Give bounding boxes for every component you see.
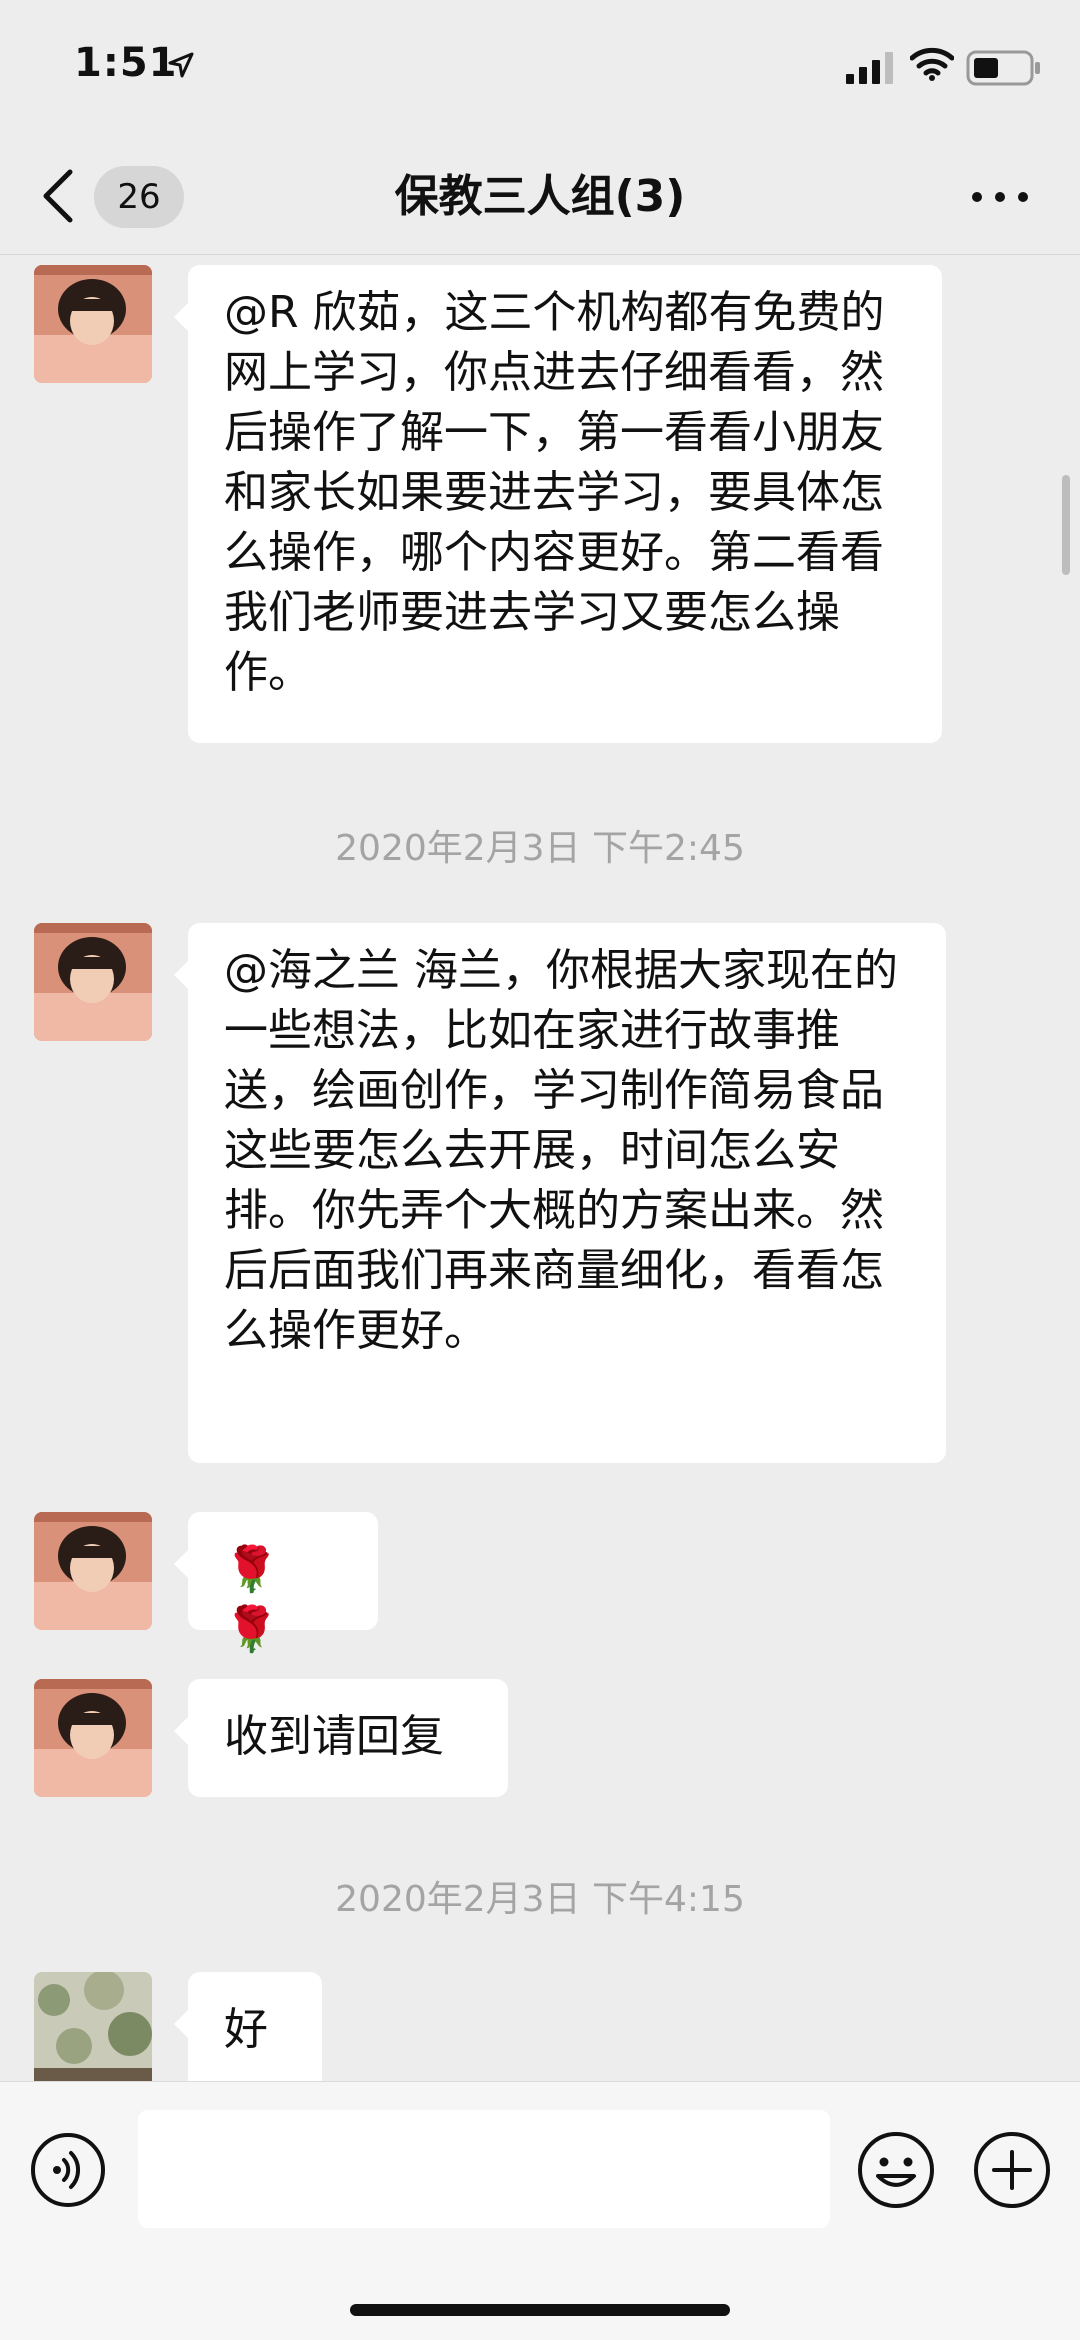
- message-input[interactable]: [138, 2110, 830, 2228]
- message-timestamp: 2020年2月3日 下午2:45: [335, 828, 745, 869]
- chat-header: 26 保教三人组(3): [0, 140, 1080, 255]
- avatar-image: [34, 1972, 152, 2081]
- plus-icon[interactable]: [972, 2130, 1052, 2210]
- avatar-image: [34, 923, 152, 1041]
- message-bubble[interactable]: @海之兰 海兰，你根据大家现在的一些想法，比如在家进行故事推送，绘画创作，学习制…: [174, 923, 946, 1463]
- emoji-icon[interactable]: [856, 2130, 936, 2210]
- avatar[interactable]: [34, 1679, 152, 1797]
- cellular-signal-icon: [846, 52, 893, 84]
- voice-icon[interactable]: [30, 2132, 106, 2208]
- status-time: 1:51: [74, 40, 178, 86]
- rose-emoji: 🌹 🌹: [224, 1544, 279, 1655]
- battery-icon: [966, 50, 1040, 86]
- avatar[interactable]: [34, 1972, 152, 2081]
- chevron-left-icon: [43, 169, 73, 223]
- message-bubble[interactable]: @R 欣茹，这三个机构都有免费的网上学习，你点进去仔细看看，然后操作了解一下，第…: [174, 265, 942, 743]
- avatar-image: [34, 1679, 152, 1797]
- home-indicator[interactable]: [350, 2304, 730, 2316]
- more-options-button[interactable]: [968, 176, 1032, 216]
- message-bubble[interactable]: 🌹 🌹: [174, 1512, 378, 1655]
- input-bar: [0, 2081, 1080, 2340]
- avatar[interactable]: [34, 923, 152, 1041]
- message-list[interactable]: @R 欣茹，这三个机构都有免费的网上学习，你点进去仔细看看，然后操作了解一下，第…: [0, 255, 1080, 2081]
- message-bubble[interactable]: 好: [174, 1972, 322, 2081]
- avatar[interactable]: [34, 1512, 152, 1630]
- scrollbar[interactable]: [1062, 475, 1070, 575]
- message-text: 收到请回复: [224, 1711, 444, 1762]
- wifi-icon: [910, 47, 954, 81]
- unread-count-badge: 26: [94, 166, 184, 228]
- message-text: @海之兰 海兰，你根据大家现在的一些想法，比如在家进行故事推送，绘画创作，学习制…: [224, 945, 898, 1356]
- avatar[interactable]: [34, 265, 152, 383]
- more-dots-icon: [972, 192, 982, 202]
- message-text: @R 欣茹，这三个机构都有免费的网上学习，你点进去仔细看看，然后操作了解一下，第…: [224, 287, 885, 698]
- avatar-image: [34, 1512, 152, 1630]
- avatar-image: [34, 265, 152, 383]
- message-bubble[interactable]: 收到请回复: [174, 1679, 508, 1797]
- message-text: 好: [224, 2004, 268, 2055]
- location-arrow-icon: [168, 52, 194, 78]
- status-bar: 1:51: [0, 0, 1080, 140]
- back-button[interactable]: 26: [40, 162, 190, 232]
- message-timestamp: 2020年2月3日 下午4:15: [335, 1879, 745, 1920]
